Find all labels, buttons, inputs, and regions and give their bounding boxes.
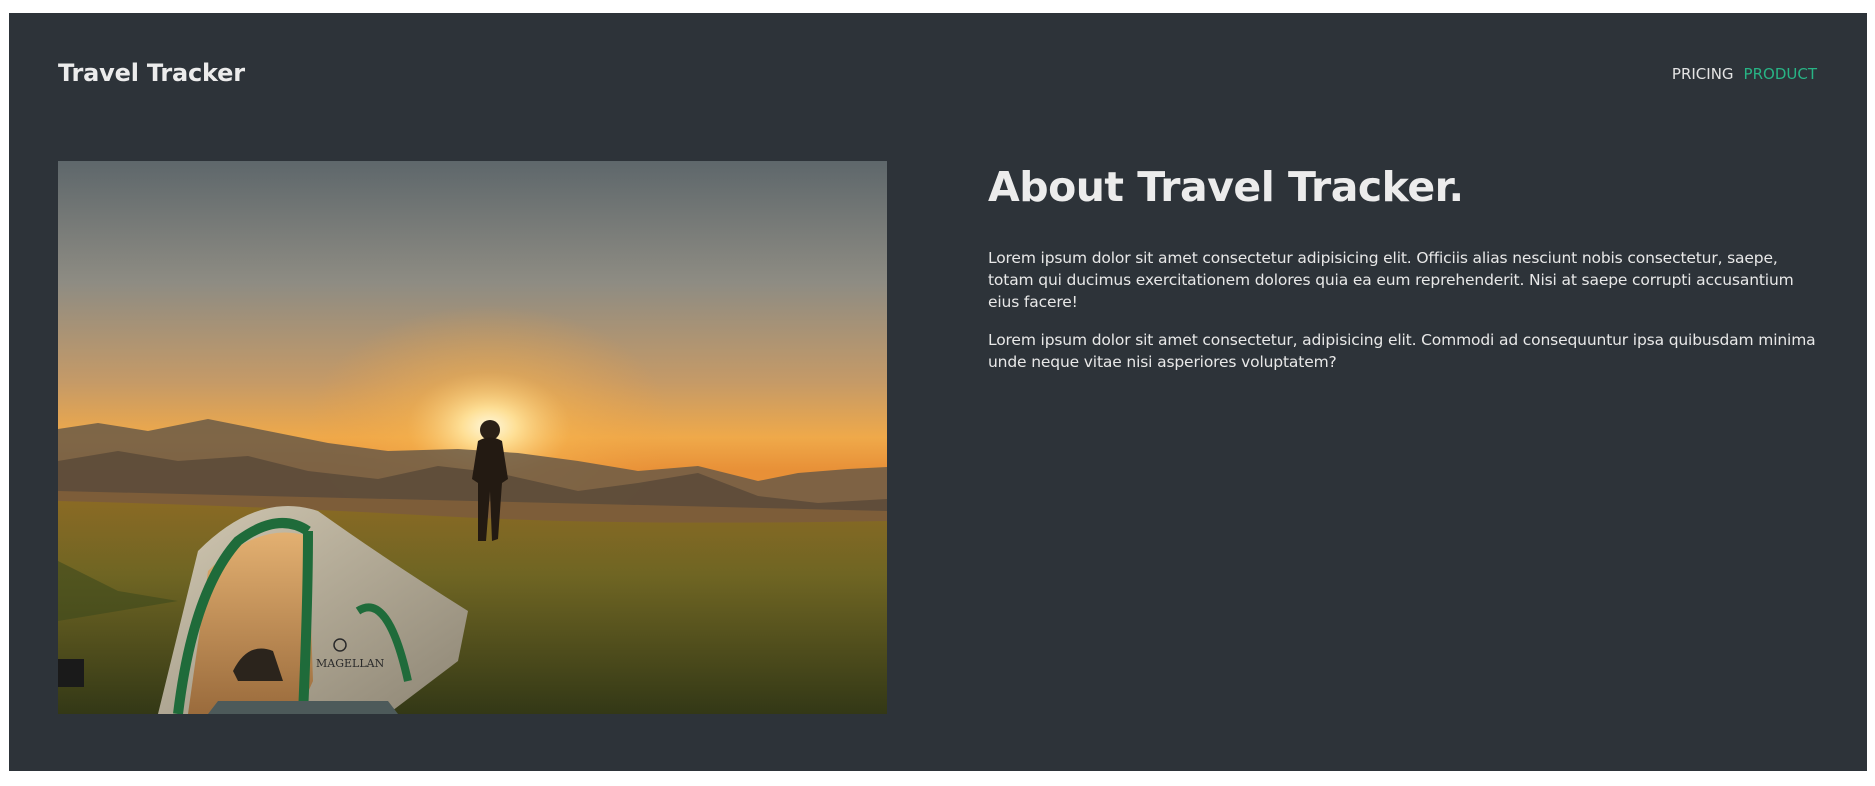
page-container: Travel Tracker PRICING PRODUCT MAGELLAN … <box>9 13 1867 771</box>
about-title: About Travel Tracker. <box>988 163 1464 211</box>
about-paragraph: Lorem ipsum dolor sit amet consectetur, … <box>988 331 1816 372</box>
about-section: About Travel Tracker. Lorem ipsum dolor … <box>988 163 1818 373</box>
about-paragraph: Lorem ipsum dolor sit amet consectetur a… <box>988 249 1794 312</box>
nav-link-product[interactable]: PRODUCT <box>1744 65 1817 83</box>
top-nav: PRICING PRODUCT <box>1672 65 1817 83</box>
nav-link-pricing[interactable]: PRICING <box>1672 65 1734 83</box>
hero-camping-photo: MAGELLAN <box>58 161 887 714</box>
site-logo[interactable]: Travel Tracker <box>58 59 245 87</box>
tent-brand-label: MAGELLAN <box>316 657 385 670</box>
